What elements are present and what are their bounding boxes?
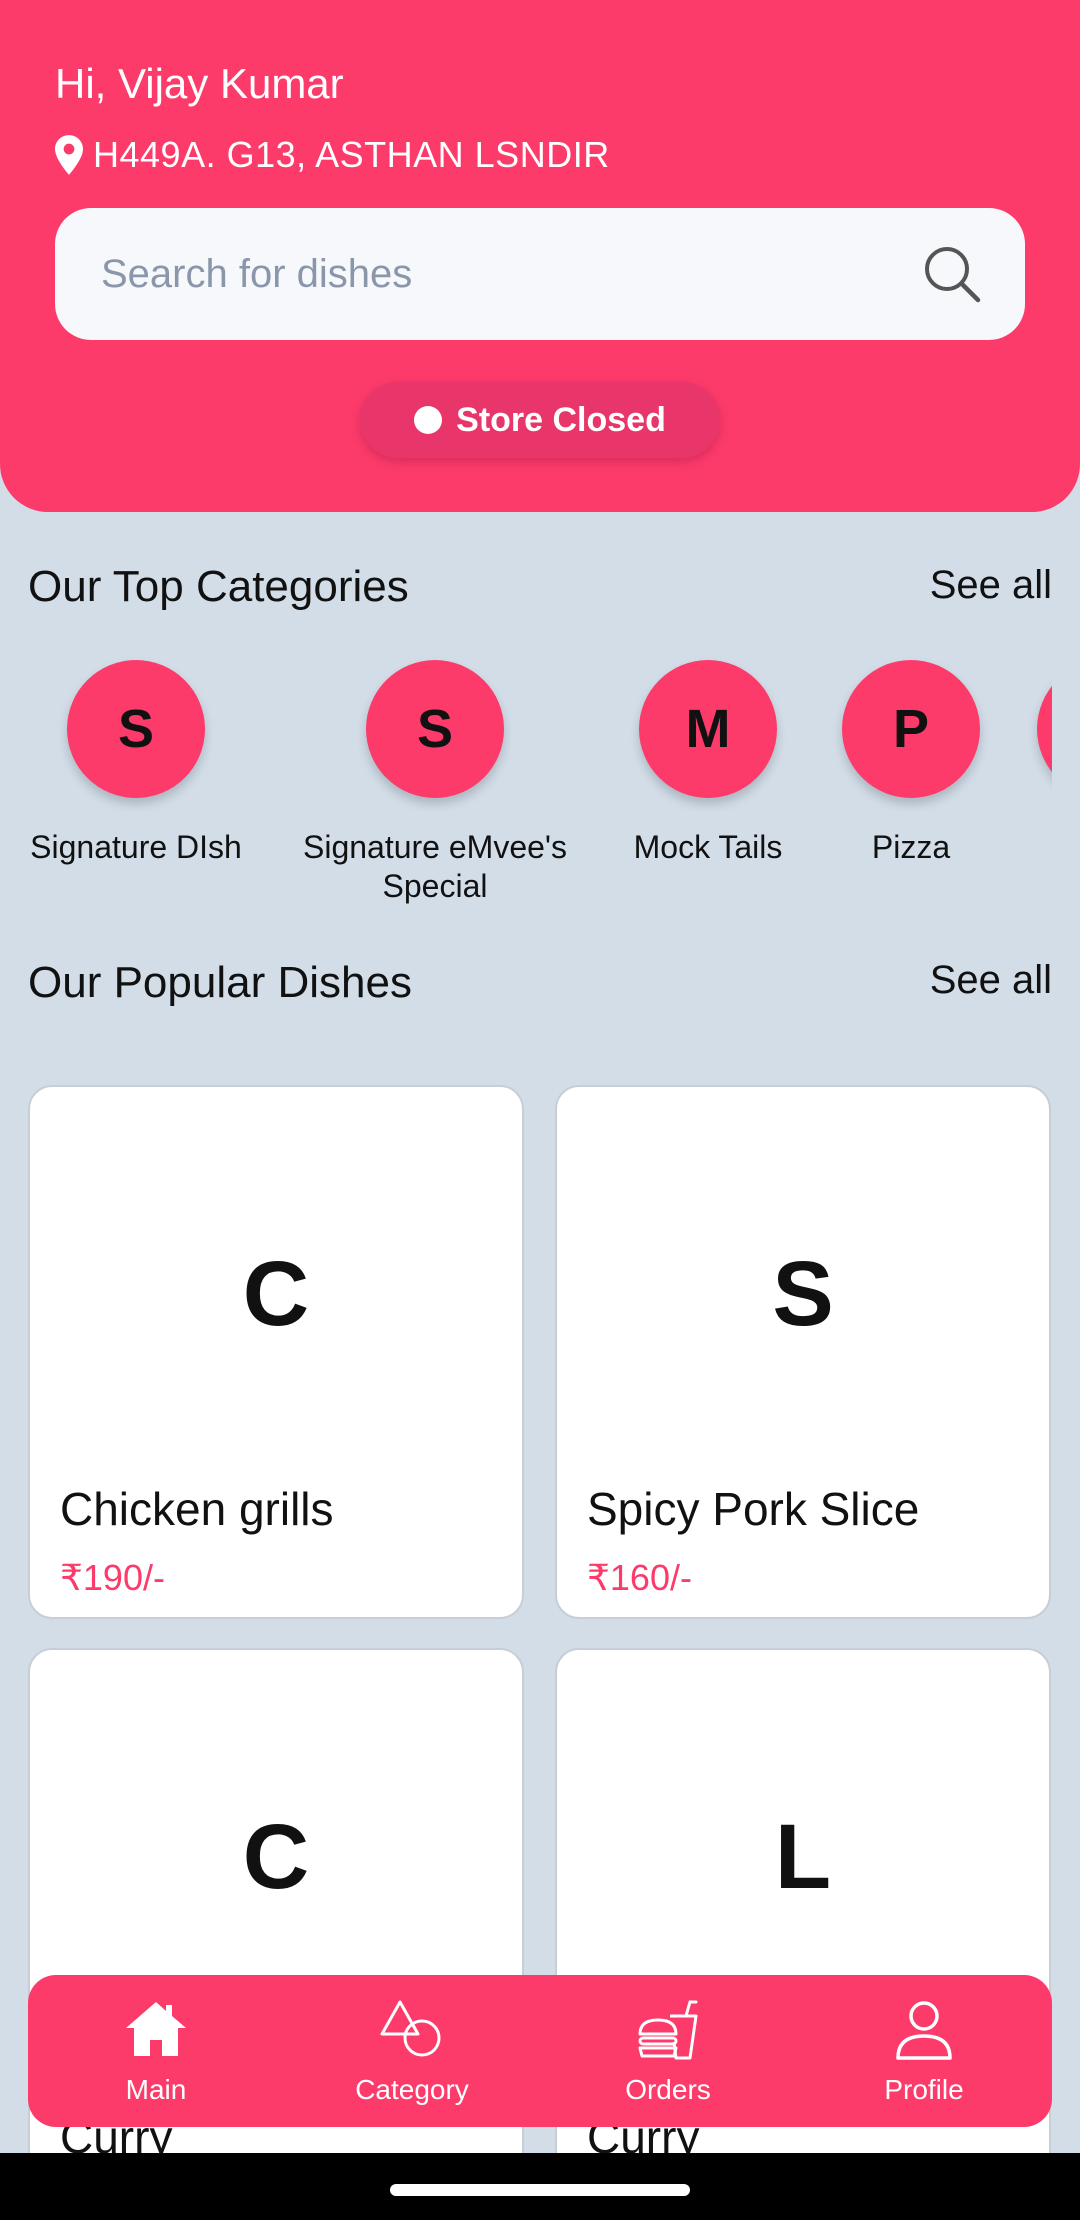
dish-card[interactable]: C Chicken grills ₹190/- [28, 1085, 524, 1619]
dish-price: ₹190/- [60, 1557, 165, 1598]
store-status-text: Store Closed [456, 400, 666, 439]
category-avatar: A [1037, 660, 1052, 798]
home-indicator[interactable] [390, 2184, 690, 2196]
nav-item-category[interactable]: Category [312, 1996, 512, 2106]
store-status-badge: Store Closed [360, 382, 720, 458]
categories-title: Our Top Categories [28, 562, 409, 611]
nav-item-main[interactable]: Main [56, 1996, 256, 2106]
nav-label: Orders [625, 2074, 711, 2105]
category-avatar: M [639, 660, 777, 798]
category-avatar: S [366, 660, 504, 798]
address-text: H449A. G13, ASTHAN LSNDIR [93, 134, 610, 175]
dish-name: Spicy Pork Slice [587, 1483, 920, 1535]
nav-item-profile[interactable]: Profile [824, 1996, 1024, 2106]
nav-item-orders[interactable]: Orders [568, 1996, 768, 2106]
dish-name: Chicken grills [60, 1483, 334, 1535]
search-icon[interactable] [921, 243, 983, 305]
location-pin-icon [55, 135, 83, 175]
category-label: Signature eMvee's Special [302, 829, 568, 904]
fast-food-icon [638, 2000, 698, 2060]
status-dot-icon [414, 406, 443, 434]
dish-image-placeholder: C [242, 1806, 310, 1908]
dish-image-placeholder: L [774, 1806, 832, 1908]
popular-dishes-see-all-link[interactable]: See all [930, 958, 1052, 1003]
dish-card[interactable]: S Spicy Pork Slice ₹160/- [555, 1085, 1051, 1619]
category-label: Signature DIsh [30, 829, 242, 865]
category-item[interactable]: S Signature eMvee's Special [298, 660, 572, 906]
home-icon [126, 2002, 186, 2056]
category-item[interactable]: A A [1037, 660, 1052, 867]
nav-label: Main [125, 2074, 187, 2105]
delivery-address[interactable]: H449A. G13, ASTHAN LSNDIR [55, 130, 610, 180]
dish-price: ₹160/- [587, 1557, 692, 1598]
category-item[interactable]: S Signature DIsh [28, 660, 244, 867]
nav-label: Category [355, 2074, 469, 2105]
nav-label: Profile [884, 2074, 964, 2105]
category-avatar: S [67, 660, 205, 798]
user-icon [896, 2001, 952, 2060]
greeting-text: Hi, Vijay Kumar [55, 60, 344, 107]
dish-image-placeholder: S [772, 1243, 834, 1345]
bottom-navigation: Main Category Orders Profile [28, 1975, 1052, 2127]
dish-image-placeholder: C [242, 1243, 310, 1345]
search-bar[interactable] [55, 208, 1025, 340]
categories-carousel[interactable]: S Signature DIsh S Signature eMvee's Spe… [0, 640, 1052, 920]
popular-dishes-title: Our Popular Dishes [28, 958, 412, 1007]
category-avatar: P [842, 660, 980, 798]
header: Hi, Vijay Kumar H449A. G13, ASTHAN LSNDI… [0, 0, 1080, 512]
shapes-icon [380, 2000, 441, 2057]
category-label: Pizza [871, 829, 951, 865]
category-item[interactable]: P Pizza [811, 660, 1011, 867]
category-item[interactable]: M Mock Tails [608, 660, 808, 867]
category-label: Mock Tails [633, 829, 783, 865]
categories-see-all-link[interactable]: See all [930, 563, 1052, 608]
search-input[interactable] [101, 251, 921, 297]
